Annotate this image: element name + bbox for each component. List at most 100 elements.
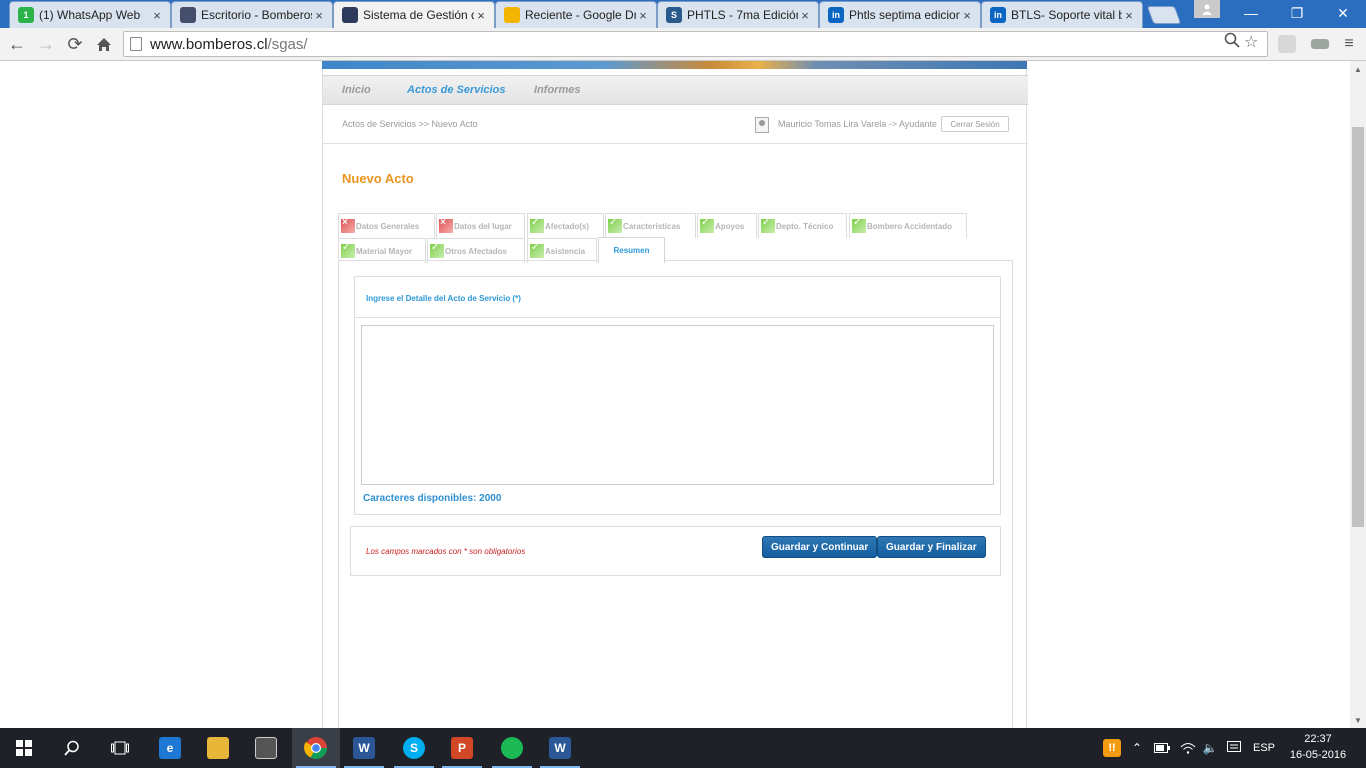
browser-tab[interactable]: in BTLS- Soporte vital b × [981,1,1143,28]
language-indicator[interactable]: ESP [1250,728,1278,768]
restore-button[interactable]: ❐ [1274,0,1320,26]
tab-title: PHTLS - 7ma Edición [687,8,798,22]
browser-tab[interactable]: Sistema de Gestión de × [333,1,495,28]
favicon-icon: in [990,7,1006,23]
scroll-down-icon[interactable]: ▼ [1350,712,1366,728]
close-window-button[interactable]: ✕ [1320,0,1366,26]
tab-datos-del-lugar[interactable]: × Datos del lugar [436,213,525,238]
check-icon: ✓ [700,217,714,233]
action-section: Los campos marcados con * son obligatori… [350,526,1001,576]
browser-tab[interactable]: S PHTLS - 7ma Edición × [657,1,819,28]
tab-title: Escritorio - Bomberos [201,8,312,22]
spotify-icon[interactable] [488,728,536,768]
logout-button[interactable]: Cerrar Sesión [941,116,1009,132]
nav-inicio[interactable]: Inicio [342,84,371,96]
home-icon[interactable] [93,33,115,55]
tab-afectados[interactable]: ✓ Afectado(s) [527,213,604,238]
task-view-icon[interactable] [96,728,144,768]
clock-time: 22:37 [1304,733,1332,745]
tab-apoyos[interactable]: ✓ Apoyos [697,213,757,238]
tab-depto-tecnico[interactable]: ✓ Depto. Técnico [758,213,847,238]
detail-label: Ingrese el Detalle del Acto de Servicio … [366,294,521,303]
nav-informes[interactable]: Informes [534,84,580,96]
char-counter: Caracteres disponibles: 2000 [363,493,502,504]
save-continue-button[interactable]: Guardar y Continuar [762,536,878,558]
back-icon[interactable]: ← [6,33,28,55]
check-icon: ✓ [530,242,544,258]
chrome-icon[interactable] [292,728,340,768]
page-icon [130,37,142,51]
url-text: www.bomberos.cl/sgas/ [150,35,308,53]
profile-button[interactable] [1194,0,1220,18]
browser-tab[interactable]: 1 (1) WhatsApp Web × [9,1,171,28]
battery-icon[interactable] [1152,728,1172,768]
wifi-icon[interactable] [1178,728,1198,768]
powerpoint-icon[interactable]: P [438,728,486,768]
header-divider [323,143,1028,144]
nav-actos-de-servicios[interactable]: Actos de Servicios [407,84,505,96]
tab-resumen[interactable]: Resumen [598,237,665,263]
word-icon[interactable]: W [340,728,388,768]
page-title: Nuevo Acto [342,171,414,186]
page-viewport: Inicio Actos de Servicios Informes Actos… [0,61,1350,728]
save-finish-button[interactable]: Guardar y Finalizar [877,536,986,558]
error-icon: × [439,217,453,233]
favicon-icon [342,7,358,23]
breadcrumb: Actos de Servicios >> Nuevo Acto [342,119,478,129]
user-label: Mauricio Tomas Lira Varela -> Ayudante [778,119,937,129]
favicon-icon: 1 [18,7,34,23]
detail-section: Ingrese el Detalle del Acto de Servicio … [354,276,1001,515]
word-icon-2[interactable]: W [536,728,584,768]
store-icon[interactable] [242,728,290,768]
browser-tab[interactable]: Escritorio - Bomberos × [171,1,333,28]
bookmark-star-icon[interactable]: ☆ [1244,32,1258,52]
start-icon[interactable] [0,728,48,768]
scroll-up-icon[interactable]: ▲ [1350,61,1366,77]
main-navigation: Inicio Actos de Servicios Informes [323,75,1028,105]
scroll-thumb[interactable] [1352,127,1364,527]
close-tab-icon[interactable]: × [1122,8,1136,23]
zoom-icon[interactable] [1224,32,1240,53]
clock[interactable]: 22:37 16-05-2016 [1288,731,1348,763]
forward-icon[interactable]: → [35,33,57,55]
detail-divider [355,317,1000,318]
browser-tab[interactable]: in Phtls septima edicion × [819,1,981,28]
action-center-icon[interactable] [1224,728,1244,768]
volume-icon[interactable]: 🔈 [1200,728,1220,768]
tab-title: Phtls septima edicion [849,8,960,22]
close-tab-icon[interactable]: × [636,8,650,23]
close-tab-icon[interactable]: × [312,8,326,23]
notification-app-icon[interactable]: !! [1100,728,1124,768]
edge-icon[interactable]: e [146,728,194,768]
address-bar[interactable]: www.bomberos.cl/sgas/ [123,31,1268,57]
required-fields-note: Los campos marcados con * son obligatori… [366,547,526,556]
reload-icon[interactable]: ⟳ [64,33,86,55]
search-icon[interactable] [48,728,96,768]
close-tab-icon[interactable]: × [960,8,974,23]
tab-datos-generales[interactable]: × Datos Generales [338,213,435,238]
page-scrollbar[interactable]: ▲ ▼ [1350,61,1366,728]
tab-caracteristicas[interactable]: ✓ Caracteristicas [605,213,696,238]
menu-icon[interactable]: ≡ [1338,33,1360,55]
favicon-icon: S [666,7,682,23]
clock-date: 16-05-2016 [1289,749,1347,761]
check-icon: ✓ [608,217,622,233]
close-tab-icon[interactable]: × [798,8,812,23]
file-explorer-icon[interactable] [194,728,242,768]
minimize-button[interactable]: — [1228,0,1274,26]
detail-textarea[interactable] [361,325,994,485]
site-banner [322,61,1027,69]
chevron-up-icon[interactable]: ⌃ [1128,728,1146,768]
close-tab-icon[interactable]: × [150,8,164,23]
extension-icon-2[interactable] [1311,39,1329,49]
check-icon: ✓ [341,242,355,258]
extension-icon[interactable] [1278,35,1296,53]
close-tab-icon[interactable]: × [474,8,488,23]
favicon-icon [504,7,520,23]
tab-bombero-accidentado[interactable]: ✓ Bombero Accidentado [849,213,967,238]
check-icon: ✓ [530,217,544,233]
browser-tab[interactable]: Reciente - Google Drive× [495,1,657,28]
user-icon [755,117,769,133]
tab-title: BTLS- Soporte vital b [1011,8,1122,22]
skype-icon[interactable]: S [390,728,438,768]
